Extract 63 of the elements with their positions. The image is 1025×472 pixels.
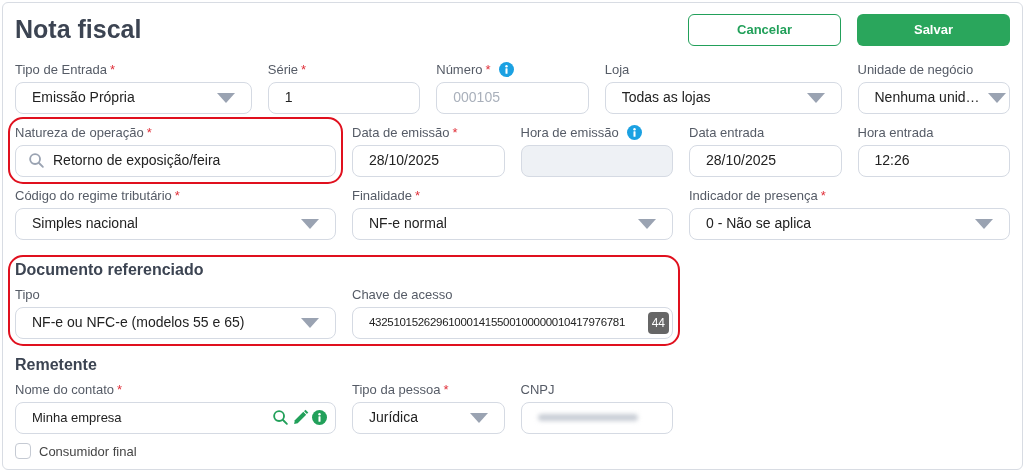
input-field[interactable]: [520, 401, 673, 434]
field-label: Indicador de presença: [689, 186, 818, 205]
required-marker: *: [820, 186, 826, 205]
field-label: Tipo de Entrada: [15, 60, 108, 79]
field-label: Natureza de operação: [15, 123, 144, 142]
required-marker: *: [146, 123, 152, 142]
required-marker: *: [301, 60, 307, 79]
search-field[interactable]: Retorno de exposição/feira: [15, 144, 336, 177]
field-label: Série: [267, 60, 299, 79]
input-field[interactable]: 28/10/2025: [352, 144, 505, 177]
required-marker: *: [174, 186, 180, 205]
required-marker: *: [443, 380, 449, 399]
page-title: Nota fiscal: [15, 14, 142, 45]
input-field[interactable]: 28/10/2025: [689, 144, 842, 177]
search-icon[interactable]: [272, 409, 289, 426]
field-label: Data entrada: [689, 123, 765, 142]
checkbox[interactable]: [15, 443, 31, 460]
required-marker: *: [415, 186, 421, 205]
caret-icon: [806, 92, 825, 103]
pencil-icon[interactable]: [292, 409, 309, 426]
field-label: Nome do contato: [15, 380, 114, 399]
caret-icon: [216, 92, 235, 103]
input-field[interactable]: 1: [267, 81, 421, 114]
field-label: Unidade de negócio: [857, 60, 974, 79]
caret-icon: [301, 317, 319, 328]
field-label: Hora de emissão: [520, 123, 619, 142]
field-label: Chave de acesso: [352, 285, 453, 304]
field-label: Finalidade: [352, 186, 412, 205]
contact-field[interactable]: Minha empresa: [15, 401, 336, 434]
required-marker: *: [452, 123, 458, 142]
field-label: Número: [436, 60, 483, 79]
select-field[interactable]: Todas as lojas: [604, 81, 842, 114]
search-icon[interactable]: [28, 152, 45, 169]
caret-icon: [301, 218, 319, 229]
select-field[interactable]: Simples nacional: [15, 207, 336, 240]
field-label: Data de emissão: [352, 123, 450, 142]
checkbox-label: Consumidor final: [39, 442, 137, 461]
caret-icon: [975, 218, 993, 229]
select-field[interactable]: Nenhuma unid…: [857, 81, 1010, 114]
input-field[interactable]: 12:26: [857, 144, 1010, 177]
select-field[interactable]: Emissão Própria: [15, 81, 252, 114]
caret-icon: [469, 412, 488, 423]
field-label: Código do regime tributário: [15, 186, 172, 205]
input-field[interactable]: 432510152629610001415500100000010417976781 44: [352, 306, 673, 339]
info-icon[interactable]: [312, 410, 327, 425]
select-field[interactable]: 0 - Não se aplica: [689, 207, 1010, 240]
field-label: Tipo: [15, 285, 40, 304]
required-marker: *: [110, 60, 116, 79]
required-marker: *: [117, 380, 123, 399]
field-label: Tipo da pessoa: [352, 380, 441, 399]
section-title: Documento referenciado: [15, 259, 205, 280]
caret-icon: [987, 92, 1006, 103]
select-field[interactable]: NF-e ou NFC-e (modelos 55 e 65): [15, 306, 336, 339]
info-icon[interactable]: [498, 62, 514, 77]
select-field[interactable]: Jurídica: [352, 401, 505, 434]
select-field[interactable]: NF-e normal: [352, 207, 673, 240]
character-count: 44: [647, 311, 669, 334]
field-label: Hora entrada: [857, 123, 934, 142]
field-label: CNPJ: [520, 380, 555, 399]
required-marker: *: [485, 60, 491, 79]
field-label: Loja: [604, 60, 630, 79]
section-title: Remetente: [15, 354, 98, 375]
caret-icon: [638, 218, 656, 229]
